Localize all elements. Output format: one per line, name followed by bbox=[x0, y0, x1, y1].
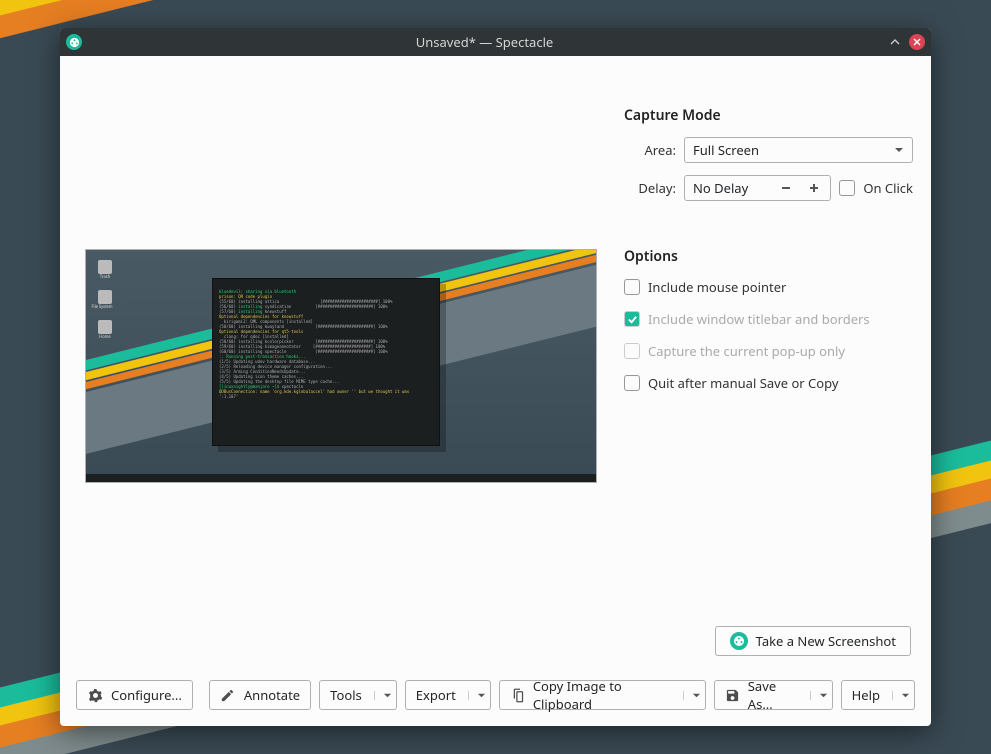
options-heading: Options bbox=[624, 247, 913, 266]
pencil-icon bbox=[220, 687, 236, 703]
help-button[interactable]: Help bbox=[841, 680, 915, 710]
spectacle-window: Unsaved* — Spectacle Trash File System bbox=[60, 28, 931, 726]
tools-label: Tools bbox=[330, 686, 362, 704]
annotate-label: Annotate bbox=[244, 686, 300, 704]
titlebar[interactable]: Unsaved* — Spectacle bbox=[60, 28, 931, 56]
take-screenshot-label: Take a New Screenshot bbox=[756, 632, 896, 650]
chevron-down-icon bbox=[810, 691, 828, 700]
save-label: Save As... bbox=[748, 677, 798, 713]
copy-label: Copy Image to Clipboard bbox=[533, 677, 671, 713]
chevron-down-icon bbox=[374, 691, 392, 700]
aperture-icon bbox=[730, 632, 748, 650]
gear-icon bbox=[87, 687, 103, 703]
option-checkbox-mouse-pointer[interactable] bbox=[624, 279, 640, 295]
chevron-down-icon bbox=[683, 691, 701, 700]
annotate-button[interactable]: Annotate bbox=[209, 680, 311, 710]
minimize-button[interactable] bbox=[887, 34, 903, 50]
save-as-button[interactable]: Save As... bbox=[714, 680, 833, 710]
on-click-checkbox[interactable] bbox=[839, 180, 855, 196]
configure-label: Configure... bbox=[111, 686, 182, 704]
delay-label: Delay: bbox=[624, 179, 676, 197]
option-label: Capture the current pop-up only bbox=[648, 342, 845, 360]
area-value: Full Screen bbox=[693, 141, 759, 159]
help-label: Help bbox=[852, 686, 880, 704]
area-label: Area: bbox=[624, 141, 676, 159]
tools-button[interactable]: Tools bbox=[319, 680, 397, 710]
save-icon bbox=[725, 687, 740, 703]
chevron-down-icon bbox=[894, 141, 904, 159]
delay-value: No Delay bbox=[693, 179, 770, 197]
export-button[interactable]: Export bbox=[405, 680, 491, 710]
delay-decrease-button[interactable] bbox=[774, 178, 798, 198]
option-checkbox-quit[interactable] bbox=[624, 375, 640, 391]
option-label: Include window titlebar and borders bbox=[648, 310, 870, 328]
copy-clipboard-button[interactable]: Copy Image to Clipboard bbox=[499, 680, 706, 710]
area-combobox[interactable]: Full Screen bbox=[684, 137, 913, 163]
screenshot-preview[interactable]: Trash File System Home bluedevil: sharin… bbox=[85, 249, 597, 483]
chevron-down-icon bbox=[468, 691, 486, 700]
delay-increase-button[interactable] bbox=[802, 178, 826, 198]
export-label: Export bbox=[416, 686, 456, 704]
chevron-down-icon bbox=[892, 691, 910, 700]
option-checkbox-popup bbox=[624, 343, 640, 359]
delay-spinner[interactable]: No Delay bbox=[684, 175, 831, 201]
window-title: Unsaved* — Spectacle bbox=[88, 33, 881, 51]
take-screenshot-button[interactable]: Take a New Screenshot bbox=[715, 626, 911, 656]
option-label: Include mouse pointer bbox=[648, 278, 786, 296]
option-label: Quit after manual Save or Copy bbox=[648, 374, 839, 392]
app-icon bbox=[66, 34, 82, 50]
on-click-label: On Click bbox=[863, 179, 913, 197]
option-checkbox-titlebar bbox=[624, 311, 640, 327]
capture-mode-heading: Capture Mode bbox=[624, 106, 913, 125]
close-button[interactable] bbox=[909, 34, 925, 50]
configure-button[interactable]: Configure... bbox=[76, 680, 193, 710]
clipboard-icon bbox=[510, 687, 525, 703]
bottom-toolbar: Configure... Annotate Tools Export Copy … bbox=[76, 670, 915, 710]
